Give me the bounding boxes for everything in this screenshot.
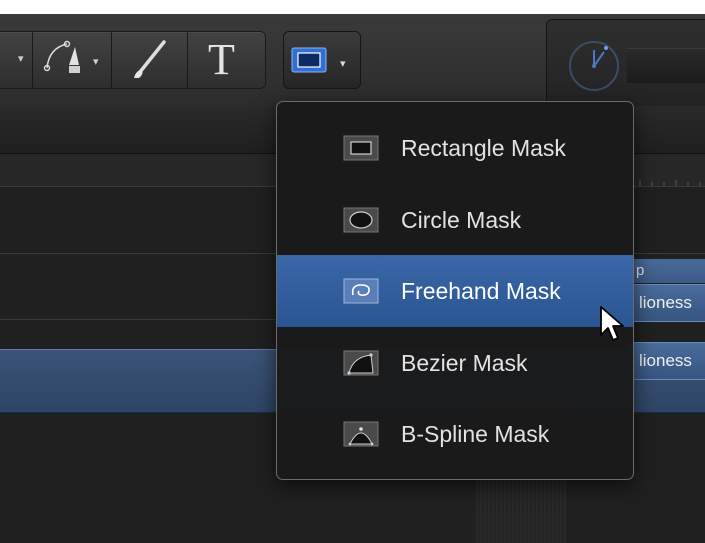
svg-text:▾: ▾ bbox=[340, 57, 346, 70]
mouse-cursor-icon bbox=[600, 306, 624, 341]
menu-item-label: Freehand Mask bbox=[401, 278, 561, 304]
menu-item-label: Circle Mask bbox=[401, 207, 522, 233]
text-icon: T bbox=[208, 35, 235, 84]
caret-down-icon: ▾ bbox=[18, 53, 24, 65]
rectangle-mask-icon: ▾ bbox=[291, 47, 346, 73]
toolbar: ▾ ▾ T ▾ bbox=[0, 14, 705, 108]
menu-item-freehand-mask[interactable]: Freehand Mask bbox=[277, 255, 633, 327]
menu-item-circle-mask[interactable]: Circle Mask bbox=[277, 184, 633, 256]
text-tool[interactable]: T bbox=[188, 32, 265, 88]
freehand-mask-icon bbox=[343, 278, 379, 304]
brush-icon bbox=[134, 40, 166, 78]
mask-type-menu: Rectangle Mask Circle Mask Freehand Mask… bbox=[276, 101, 634, 480]
bezier-mask-icon bbox=[343, 350, 379, 376]
timing-display bbox=[546, 19, 705, 108]
menu-item-label: Bezier Mask bbox=[401, 350, 528, 376]
app-window: ▾ ▾ T ▾ p lioness lioness Rectangle Mask… bbox=[0, 14, 705, 543]
timing-display-field bbox=[627, 48, 705, 83]
menu-item-label: Rectangle Mask bbox=[401, 135, 566, 161]
bspline-mask-icon bbox=[343, 421, 379, 447]
shape-tool-dropdown[interactable]: ▾ bbox=[0, 32, 33, 88]
menu-item-label: B-Spline Mask bbox=[401, 421, 550, 447]
bezier-tool[interactable]: ▾ bbox=[33, 32, 112, 88]
menu-item-bezier-mask[interactable]: Bezier Mask bbox=[277, 327, 633, 399]
layer-item[interactable]: lioness bbox=[630, 342, 705, 380]
svg-text:▾: ▾ bbox=[93, 55, 99, 68]
menu-item-rectangle-mask[interactable]: Rectangle Mask bbox=[277, 112, 633, 184]
mask-tool-button[interactable]: ▾ bbox=[283, 31, 361, 89]
menu-item-bspline-mask[interactable]: B-Spline Mask bbox=[277, 398, 633, 470]
clock-icon[interactable] bbox=[564, 36, 624, 96]
circle-mask-icon bbox=[343, 207, 379, 233]
layer-group-header[interactable]: p bbox=[630, 259, 705, 283]
paint-stroke-tool[interactable] bbox=[112, 32, 188, 88]
pen-tool-icon: ▾ bbox=[43, 40, 99, 73]
layer-item[interactable]: lioness bbox=[630, 284, 705, 322]
tool-group: ▾ ▾ T bbox=[0, 31, 266, 89]
rectangle-mask-icon bbox=[343, 135, 379, 161]
